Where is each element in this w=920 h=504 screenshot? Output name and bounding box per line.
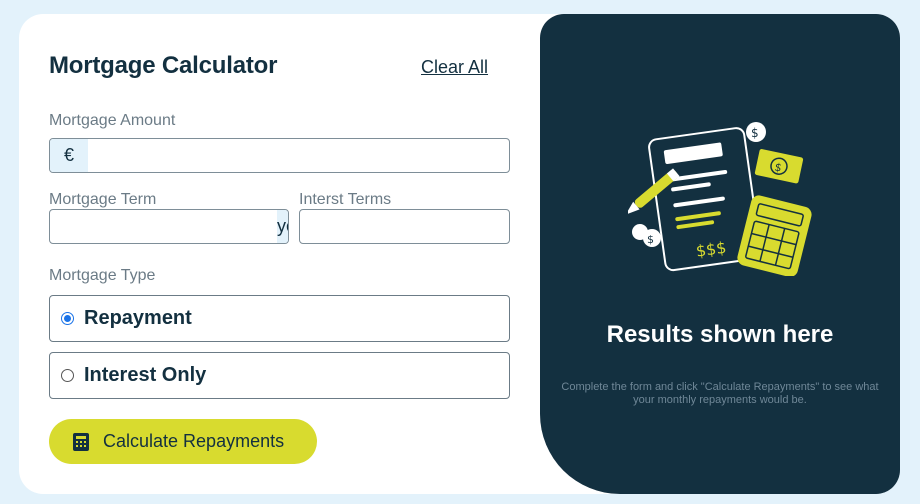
empty-results-illustration-icon: $$$ $ $ $ [628,122,812,276]
interest-only-label: Interest Only [84,364,207,386]
interest-rate-label: Interst Terms [299,191,392,208]
mortgage-form: Mortgage Calculator Clear All Mortgage A… [19,14,540,494]
repayment-label: Repayment [84,307,192,329]
results-description: Complete the form and click "Calculate R… [561,381,879,406]
repayment-radio[interactable] [61,312,74,325]
interest-rate-input[interactable] [300,210,509,243]
mortgage-term-label: Mortgage Term [49,191,157,208]
mortgage-amount-label: Mortgage Amount [49,112,176,129]
mortgage-type-label: Mortgage Type [49,267,156,284]
clear-all-link[interactable]: Clear All [421,57,488,78]
svg-text:$: $ [647,233,654,246]
svg-text:$: $ [751,126,759,140]
calculator-icon [73,432,89,451]
results-panel: $$$ $ $ $ Results shown here Complete th… [540,14,900,494]
interest-rate-field: % [299,209,510,244]
interest-only-option[interactable]: Interest Only [49,352,510,399]
calculate-repayments-label: Calculate Repayments [103,431,285,451]
years-suffix: years [277,210,288,243]
mortgage-amount-input[interactable] [88,139,509,172]
mortgage-term-field: years [49,209,289,244]
repayment-option[interactable]: Repayment [49,295,510,342]
mortgage-amount-field: € [49,138,510,173]
calculate-repayments-button[interactable]: Calculate Repayments [49,419,317,464]
svg-text:$$$: $$$ [695,238,728,261]
mortgage-term-input[interactable] [50,210,277,243]
page-title: Mortgage Calculator [49,52,278,79]
interest-only-radio[interactable] [61,369,74,382]
calculator-card: Mortgage Calculator Clear All Mortgage A… [19,14,900,494]
euro-prefix: € [50,139,88,172]
results-title: Results shown here [606,321,834,348]
